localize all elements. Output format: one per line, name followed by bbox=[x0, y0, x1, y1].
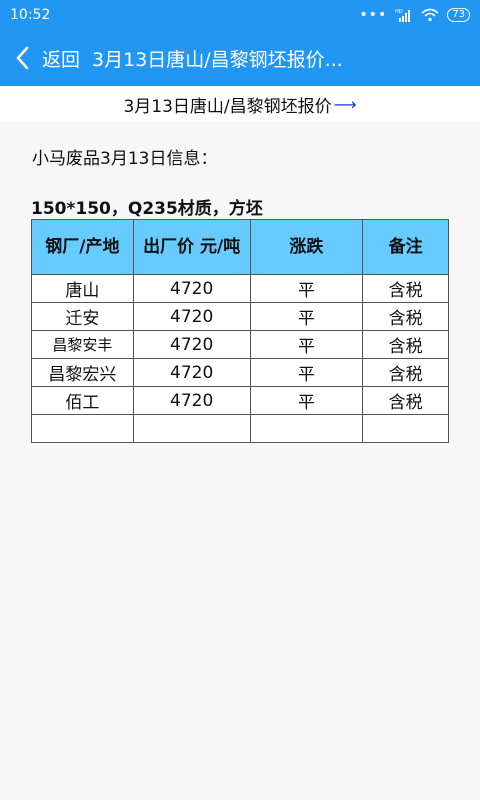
cell-empty bbox=[249, 414, 364, 443]
table-row: 昌黎宏兴 4720 平 含税 bbox=[31, 358, 449, 387]
cell-price: 4720 bbox=[132, 386, 251, 415]
table-row: 唐山 4720 平 含税 bbox=[31, 274, 449, 303]
app-bar: 返回 3月13日唐山/昌黎钢坯报价... bbox=[0, 30, 480, 86]
cell-mill: 唐山 bbox=[31, 274, 134, 303]
header-change: 涨跌 bbox=[249, 219, 364, 275]
cell-mill: 昌黎安丰 bbox=[31, 330, 134, 359]
status-bar: 10:52 ••• HD 73 bbox=[0, 0, 480, 30]
cell-note: 含税 bbox=[362, 274, 449, 303]
table-row: 迁安 4720 平 含税 bbox=[31, 302, 449, 331]
wifi-icon bbox=[421, 8, 439, 22]
cell-change: 平 bbox=[249, 358, 364, 387]
cell-change: 平 bbox=[249, 302, 364, 331]
header-note: 备注 bbox=[362, 219, 449, 275]
cell-mill: 昌黎宏兴 bbox=[31, 358, 134, 387]
cell-note: 含税 bbox=[362, 358, 449, 387]
battery-icon: 73 bbox=[447, 8, 470, 22]
article-title-text: 3月13日唐山/昌黎钢坯报价 bbox=[123, 96, 332, 117]
cell-price: 4720 bbox=[132, 358, 251, 387]
table-row-empty bbox=[31, 414, 449, 443]
cell-change: 平 bbox=[249, 274, 364, 303]
price-table: 钢厂/产地 出厂价 元/吨 涨跌 备注 唐山 4720 平 含税 迁安 4720… bbox=[31, 219, 449, 443]
cell-mill: 迁安 bbox=[31, 302, 134, 331]
cell-price: 4720 bbox=[132, 330, 251, 359]
cell-price: 4720 bbox=[132, 302, 251, 331]
article-content: 小马废品3月13日信息： 150*150，Q235材质，方坯 钢厂/产地 出厂价… bbox=[0, 122, 480, 800]
more-dots-icon: ••• bbox=[359, 7, 388, 23]
article-title: 3月13日唐山/昌黎钢坯报价 ⟶ bbox=[0, 86, 480, 122]
header-price: 出厂价 元/吨 bbox=[132, 219, 251, 275]
svg-text:HD: HD bbox=[395, 9, 403, 15]
table-header-row: 钢厂/产地 出厂价 元/吨 涨跌 备注 bbox=[31, 219, 449, 275]
back-label: 返回 bbox=[42, 48, 81, 71]
cell-empty bbox=[31, 414, 134, 443]
cell-empty bbox=[132, 414, 251, 443]
intro-text: 小马废品3月13日信息： bbox=[32, 149, 218, 169]
table-row: 昌黎安丰 4720 平 含税 bbox=[31, 330, 449, 359]
table-row: 佰工 4720 平 含税 bbox=[31, 386, 449, 415]
page-title: 3月13日唐山/昌黎钢坯报价... bbox=[92, 48, 343, 71]
back-button[interactable]: 返回 bbox=[0, 30, 80, 86]
status-time: 10:52 bbox=[10, 7, 51, 23]
chevron-left-icon bbox=[10, 46, 34, 70]
cell-note: 含税 bbox=[362, 386, 449, 415]
spec-text: 150*150，Q235材质，方坯 bbox=[31, 199, 263, 219]
arrow-right-icon: ⟶ bbox=[333, 94, 357, 114]
cell-change: 平 bbox=[249, 386, 364, 415]
cell-empty bbox=[362, 414, 449, 443]
status-icons: ••• HD 73 bbox=[359, 8, 470, 22]
cell-note: 含税 bbox=[362, 302, 449, 331]
cell-mill: 佰工 bbox=[31, 386, 134, 415]
header-mill: 钢厂/产地 bbox=[31, 219, 134, 275]
signal-icon: HD bbox=[395, 9, 411, 22]
cell-note: 含税 bbox=[362, 330, 449, 359]
cell-price: 4720 bbox=[132, 274, 251, 303]
cell-change: 平 bbox=[249, 330, 364, 359]
